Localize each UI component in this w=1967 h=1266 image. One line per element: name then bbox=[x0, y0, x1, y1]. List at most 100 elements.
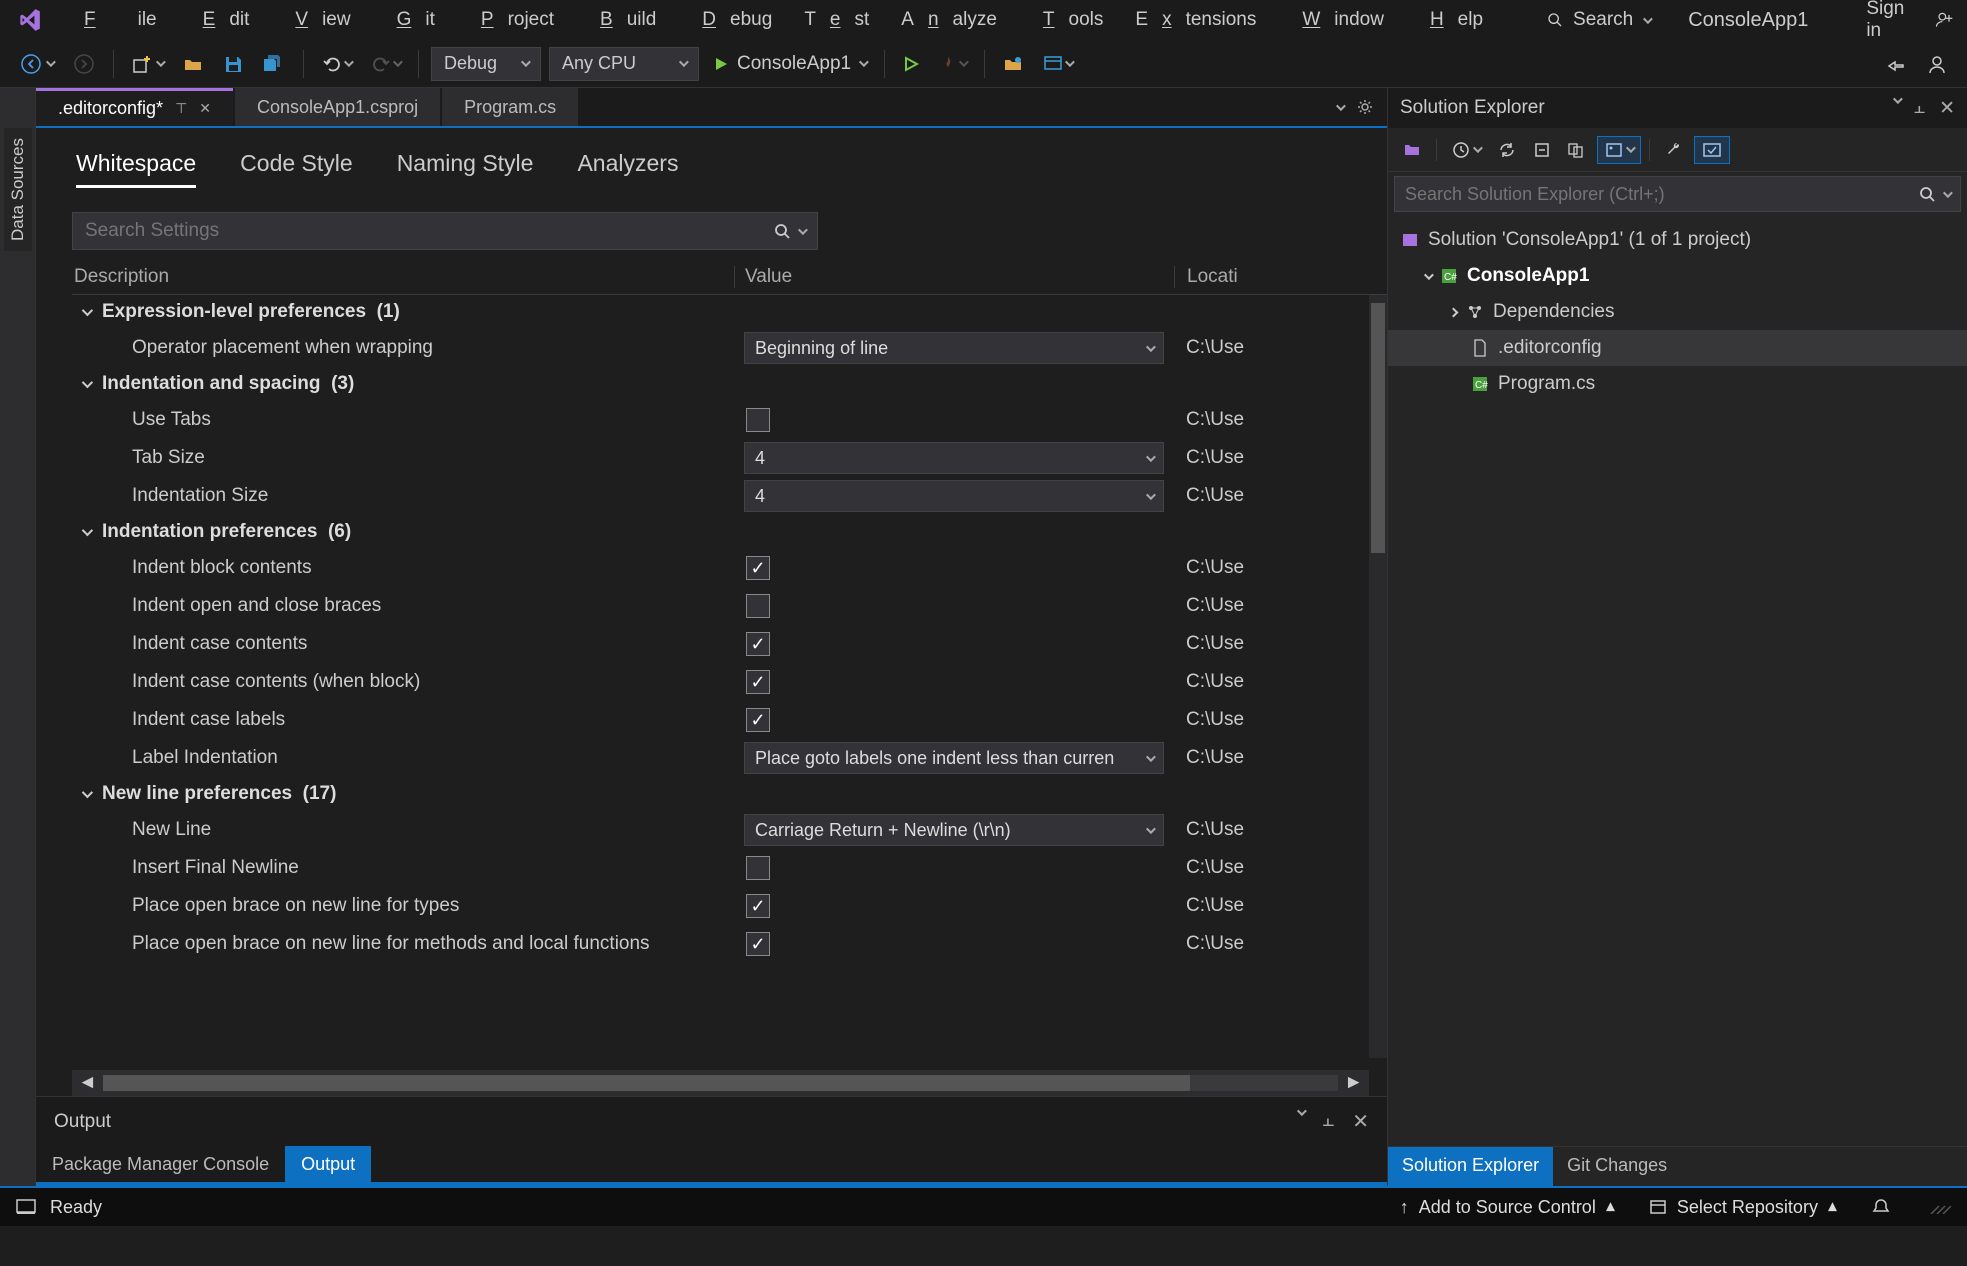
settings-search-input[interactable] bbox=[85, 220, 774, 242]
tab-solution-explorer[interactable]: Solution Explorer bbox=[1388, 1147, 1553, 1186]
tab-git-changes[interactable]: Git Changes bbox=[1553, 1147, 1681, 1186]
window-layout-button[interactable] bbox=[1035, 49, 1080, 79]
value-checkbox[interactable] bbox=[746, 856, 770, 880]
col-value[interactable]: Value bbox=[734, 266, 1174, 288]
undo-button[interactable] bbox=[314, 48, 359, 80]
value-checkbox[interactable]: ✓ bbox=[746, 632, 770, 656]
settings-group[interactable]: Indentation and spacing (3) bbox=[72, 367, 1369, 401]
settings-group[interactable]: Indentation preferences (6) bbox=[72, 515, 1369, 549]
data-sources-tab[interactable]: Data Sources bbox=[4, 128, 32, 251]
properties-icon[interactable] bbox=[1658, 136, 1690, 164]
value-checkbox[interactable]: ✓ bbox=[746, 932, 770, 956]
live-share-button[interactable] bbox=[1877, 48, 1915, 80]
track-active-icon[interactable] bbox=[1694, 136, 1730, 164]
menu-edit[interactable]: Edit bbox=[175, 3, 264, 37]
tab-csproj[interactable]: ConsoleApp1.csproj bbox=[235, 88, 440, 126]
solution-root[interactable]: Solution 'ConsoleApp1' (1 of 1 project) bbox=[1388, 222, 1967, 258]
chevron-down-icon[interactable] bbox=[1893, 94, 1903, 104]
value-checkbox[interactable]: ✓ bbox=[746, 708, 770, 732]
menu-git[interactable]: Git bbox=[369, 3, 449, 37]
tab-output[interactable]: Output bbox=[285, 1146, 371, 1182]
close-icon[interactable]: ✕ bbox=[1352, 1109, 1369, 1134]
close-icon[interactable]: ✕ bbox=[199, 100, 211, 117]
value-checkbox[interactable] bbox=[746, 408, 770, 432]
horizontal-scrollbar[interactable]: ◄ ► bbox=[72, 1070, 1369, 1096]
solution-search-input[interactable] bbox=[1405, 184, 1919, 205]
value-checkbox[interactable]: ✓ bbox=[746, 894, 770, 918]
menu-tools[interactable]: Tools bbox=[1015, 3, 1117, 37]
open-file-button[interactable] bbox=[175, 48, 211, 80]
menu-debug[interactable]: Debug bbox=[674, 3, 786, 37]
editorconfig-node[interactable]: .editorconfig bbox=[1388, 330, 1967, 366]
scroll-right-icon[interactable]: ► bbox=[1344, 1072, 1363, 1094]
browse-button[interactable] bbox=[995, 49, 1031, 79]
pin-icon[interactable]: ⫠ bbox=[1322, 1109, 1334, 1134]
menu-file[interactable]: File bbox=[56, 3, 171, 37]
menu-analyze[interactable]: Analyze bbox=[887, 3, 1011, 37]
value-checkbox[interactable]: ✓ bbox=[746, 556, 770, 580]
col-description[interactable]: Description bbox=[72, 266, 734, 288]
project-node[interactable]: C# ConsoleApp1 bbox=[1388, 258, 1967, 294]
pin-icon[interactable]: ⫠ bbox=[1914, 97, 1926, 120]
chevron-down-icon[interactable] bbox=[1943, 188, 1953, 198]
select-repository[interactable]: Select Repository ▾ bbox=[1649, 1197, 1837, 1218]
menu-help[interactable]: Help bbox=[1402, 3, 1497, 37]
collapse-icon[interactable] bbox=[1527, 137, 1557, 163]
menu-window[interactable]: Window bbox=[1274, 3, 1398, 37]
start-nodebug-button[interactable] bbox=[895, 50, 927, 78]
settings-group[interactable]: Expression-level preferences (1) bbox=[72, 295, 1369, 329]
value-dropdown[interactable]: Carriage Return + Newline (\r\n) bbox=[744, 814, 1164, 846]
search-icon[interactable] bbox=[1919, 186, 1935, 202]
new-item-button[interactable] bbox=[124, 48, 171, 80]
vertical-scrollbar[interactable] bbox=[1369, 295, 1387, 1058]
search-icon[interactable] bbox=[774, 223, 790, 239]
value-dropdown[interactable]: 4 bbox=[744, 480, 1164, 512]
save-button[interactable] bbox=[215, 48, 251, 80]
menu-project[interactable]: Project bbox=[453, 3, 568, 37]
ec-tab-analyzers[interactable]: Analyzers bbox=[577, 150, 678, 188]
value-dropdown[interactable]: 4 bbox=[744, 442, 1164, 474]
scroll-left-icon[interactable]: ◄ bbox=[78, 1072, 97, 1094]
nav-fwd-button[interactable] bbox=[65, 47, 103, 81]
tabs-overflow-icon[interactable] bbox=[1336, 101, 1346, 111]
value-checkbox[interactable]: ✓ bbox=[746, 670, 770, 694]
ec-tab-whitespace[interactable]: Whitespace bbox=[76, 150, 196, 188]
col-location[interactable]: Locati bbox=[1174, 266, 1387, 288]
menu-build[interactable]: Build bbox=[572, 3, 670, 37]
dependencies-node[interactable]: Dependencies bbox=[1388, 294, 1967, 330]
home-icon[interactable] bbox=[1396, 136, 1428, 164]
sign-in-link[interactable]: Sign in bbox=[1848, 0, 1922, 42]
start-debug-button[interactable]: ConsoleApp1 bbox=[703, 53, 876, 75]
chevron-down-icon[interactable] bbox=[798, 225, 808, 235]
redo-button[interactable] bbox=[363, 48, 408, 80]
menu-test[interactable]: Test bbox=[790, 3, 883, 37]
value-dropdown[interactable]: Beginning of line bbox=[744, 332, 1164, 364]
sync-icon[interactable] bbox=[1491, 136, 1523, 164]
tab-pmc[interactable]: Package Manager Console bbox=[36, 1146, 285, 1182]
tab-settings-icon[interactable] bbox=[1357, 99, 1373, 115]
show-all-icon[interactable] bbox=[1561, 137, 1593, 163]
feedback-button[interactable] bbox=[1919, 48, 1955, 80]
bell-icon[interactable] bbox=[1871, 1197, 1891, 1217]
close-icon[interactable]: ✕ bbox=[1939, 97, 1955, 120]
settings-group[interactable]: New line preferences (17) bbox=[72, 777, 1369, 811]
add-source-control[interactable]: ↑ Add to Source Control ▾ bbox=[1400, 1197, 1615, 1218]
title-search[interactable]: Search bbox=[1533, 5, 1664, 35]
nav-back-button[interactable] bbox=[12, 47, 61, 81]
pin-icon[interactable]: ⊤ bbox=[175, 100, 187, 117]
save-all-button[interactable] bbox=[255, 48, 293, 80]
history-icon[interactable] bbox=[1445, 136, 1487, 164]
output-status-icon[interactable] bbox=[16, 1199, 36, 1215]
ec-tab-codestyle[interactable]: Code Style bbox=[240, 150, 353, 188]
program-node[interactable]: C# Program.cs bbox=[1388, 366, 1967, 402]
hot-reload-button[interactable] bbox=[931, 49, 974, 79]
config-combo[interactable]: Debug bbox=[431, 47, 541, 81]
chevron-down-icon[interactable] bbox=[1297, 1106, 1307, 1116]
ec-tab-naming[interactable]: Naming Style bbox=[397, 150, 534, 188]
menu-extensions[interactable]: Extensions bbox=[1121, 3, 1270, 37]
preview-icon[interactable] bbox=[1597, 136, 1641, 164]
tab-editorconfig[interactable]: .editorconfig* ⊤ ✕ bbox=[36, 88, 233, 126]
platform-combo[interactable]: Any CPU bbox=[549, 47, 699, 81]
value-checkbox[interactable] bbox=[746, 594, 770, 618]
tab-program[interactable]: Program.cs bbox=[442, 88, 578, 126]
